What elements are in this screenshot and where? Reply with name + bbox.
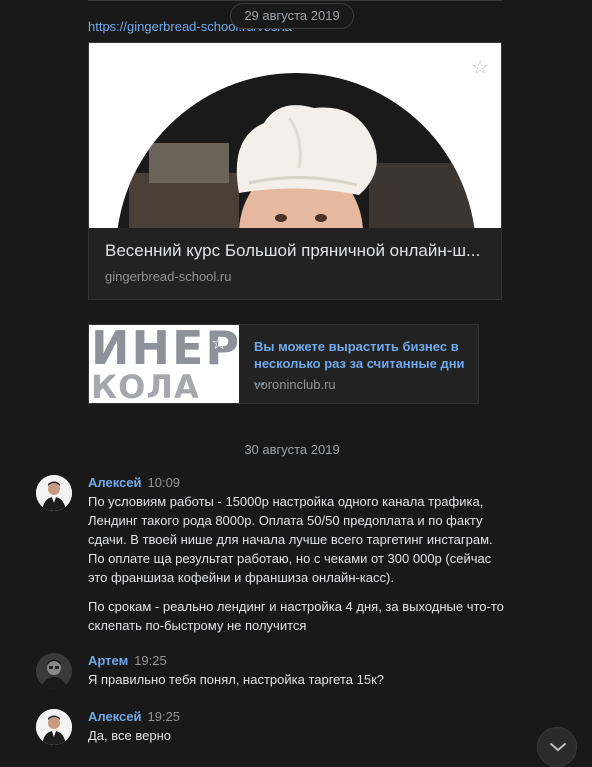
preview-image-text: КОЛА БИ xyxy=(91,368,200,404)
message-text: По срокам - реально лендинг и настройка … xyxy=(88,599,504,633)
chevron-down-icon xyxy=(550,743,566,752)
scroll-down-button[interactable] xyxy=(537,727,577,767)
preview-image xyxy=(89,43,501,228)
avatar[interactable] xyxy=(36,709,72,745)
star-icon[interactable]: ☆ xyxy=(471,55,489,80)
preview-domain: gingerbread-school.ru xyxy=(105,269,232,284)
message-text: Я правильно тебя понял, настройка таргет… xyxy=(88,672,384,687)
star-icon[interactable]: ☆ xyxy=(211,333,227,354)
link-preview-card[interactable]: ☆ Весенний курс Большой пряничной онлайн… xyxy=(88,42,502,300)
message-header: Артем 19:25 xyxy=(88,653,167,668)
avatar[interactable] xyxy=(36,653,72,689)
link-preview-card[interactable]: ИНЕР КОЛА БИ ☆ Вы можете вырастить бизне… xyxy=(88,324,479,404)
preview-title: Весенний курс Большой пряничной онлайн-ш… xyxy=(105,241,481,260)
message-time[interactable]: 10:09 xyxy=(148,475,181,490)
message-time[interactable]: 19:25 xyxy=(134,653,167,668)
date-header: 30 августа 2019 xyxy=(244,442,340,457)
author-name[interactable]: Алексей xyxy=(88,475,142,490)
message-header: Алексей 19:25 xyxy=(88,709,180,724)
divider xyxy=(88,0,502,1)
message-text: По условиям работы - 15000р настройка од… xyxy=(88,494,493,585)
avatar[interactable] xyxy=(36,475,72,511)
date-header: 29 августа 2019 xyxy=(230,3,354,29)
message-time[interactable]: 19:25 xyxy=(148,709,181,724)
author-name[interactable]: Артем xyxy=(88,653,128,668)
message-header: Алексей 10:09 xyxy=(88,475,180,490)
preview-domain: voroninclub.ru xyxy=(254,377,336,392)
author-name[interactable]: Алексей xyxy=(88,709,142,724)
message-text: Да, все верно xyxy=(88,728,171,743)
